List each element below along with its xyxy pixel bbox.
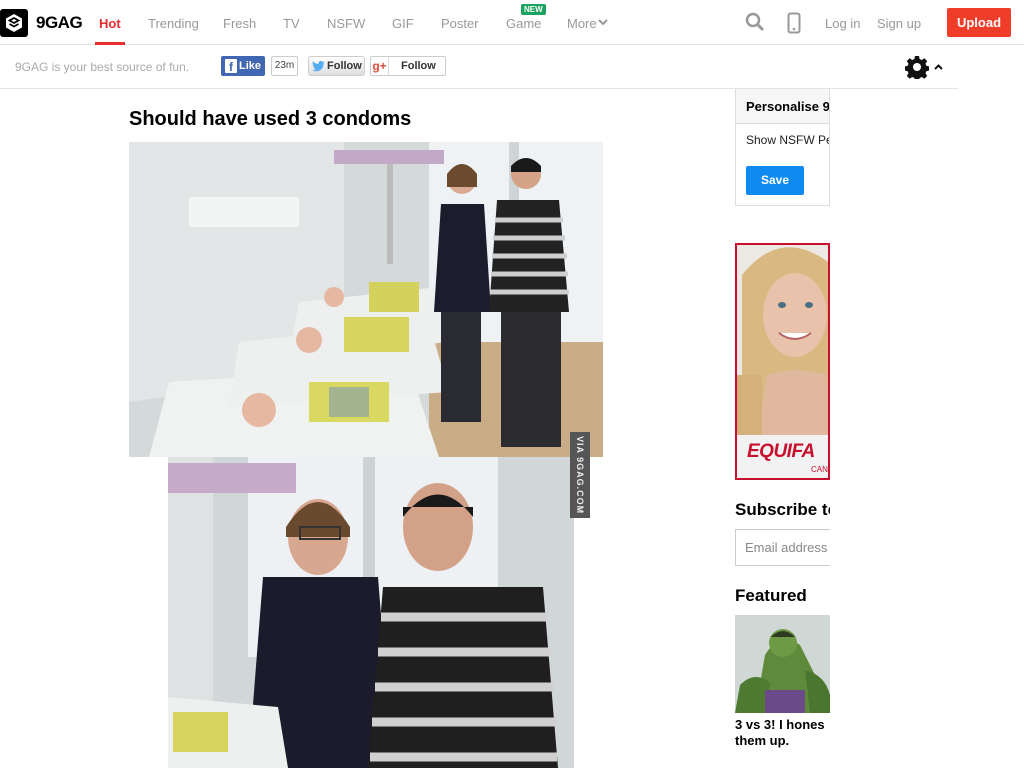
tagline: 9GAG is your best source of fun. (15, 60, 190, 74)
upload-button[interactable]: Upload (947, 8, 1011, 37)
personalise-panel: Personalise 9 Show NSFW Pe Save (735, 89, 830, 206)
subscribe-heading: Subscribe to (735, 500, 830, 519)
new-badge: NEW (521, 4, 546, 15)
twitter-icon (312, 61, 325, 72)
signup-link[interactable]: Sign up (877, 16, 921, 31)
facebook-like-label: Like (239, 60, 262, 72)
mobile-icon[interactable] (787, 12, 801, 34)
brand-name[interactable]: 9GAG (36, 13, 83, 33)
email-field[interactable]: Email address (735, 529, 830, 566)
save-button[interactable]: Save (746, 166, 804, 195)
ad-brand-text: EQUIFA (747, 441, 815, 462)
advertisement-banner[interactable]: EQUIFA CAN (735, 243, 830, 480)
personalise-title: Personalise 9 (736, 89, 829, 124)
search-icon[interactable] (745, 12, 765, 32)
login-link[interactable]: Log in (825, 16, 860, 31)
nav-game[interactable]: Game (506, 16, 541, 31)
top-navbar: 9GAG Hot Trending Fresh TV NSFW GIF Post… (0, 0, 1024, 45)
nav-hot[interactable]: Hot (99, 16, 121, 31)
facebook-icon: f (225, 59, 237, 74)
google-plus-icon: g+ (371, 57, 389, 75)
twitter-follow-button[interactable]: Follow (308, 56, 365, 76)
chevron-down-icon[interactable] (598, 18, 608, 26)
9gag-logo-icon[interactable] (0, 9, 28, 37)
twitter-follow-label: Follow (327, 60, 362, 72)
gear-icon[interactable] (905, 55, 929, 79)
post-title[interactable]: Should have used 3 condoms (129, 108, 411, 131)
show-nsfw-option[interactable]: Show NSFW Pe (746, 133, 829, 147)
caret-up-icon[interactable] (934, 64, 943, 70)
social-bar: 9GAG is your best source of fun. f Like … (0, 45, 958, 89)
ad-sub-text: CAN (811, 465, 828, 474)
featured-heading: Featured (735, 586, 807, 605)
nav-poster[interactable]: Poster (441, 16, 479, 31)
via-9gag-watermark: VIA 9GAG.COM (570, 432, 590, 518)
nav-gif[interactable]: GIF (392, 16, 414, 31)
featured-caption[interactable]: 3 vs 3! I hones them up. (735, 717, 830, 749)
google-plus-follow-button[interactable]: g+ Follow (370, 56, 446, 76)
nav-tv[interactable]: TV (283, 16, 300, 31)
post-image-bottom[interactable] (168, 457, 574, 768)
nav-nsfw[interactable]: NSFW (327, 16, 365, 31)
facebook-like-count: 23m (271, 56, 298, 76)
featured-image[interactable] (735, 615, 830, 713)
post-image-top[interactable] (129, 142, 603, 457)
featured-caption-line-2: them up. (735, 733, 790, 748)
nav-more[interactable]: More (567, 16, 597, 31)
featured-caption-line-1: 3 vs 3! I hones (735, 717, 825, 732)
google-plus-follow-label: Follow (401, 60, 436, 72)
nav-trending[interactable]: Trending (148, 16, 199, 31)
facebook-like-button[interactable]: f Like (221, 56, 265, 76)
nav-fresh[interactable]: Fresh (223, 16, 256, 31)
